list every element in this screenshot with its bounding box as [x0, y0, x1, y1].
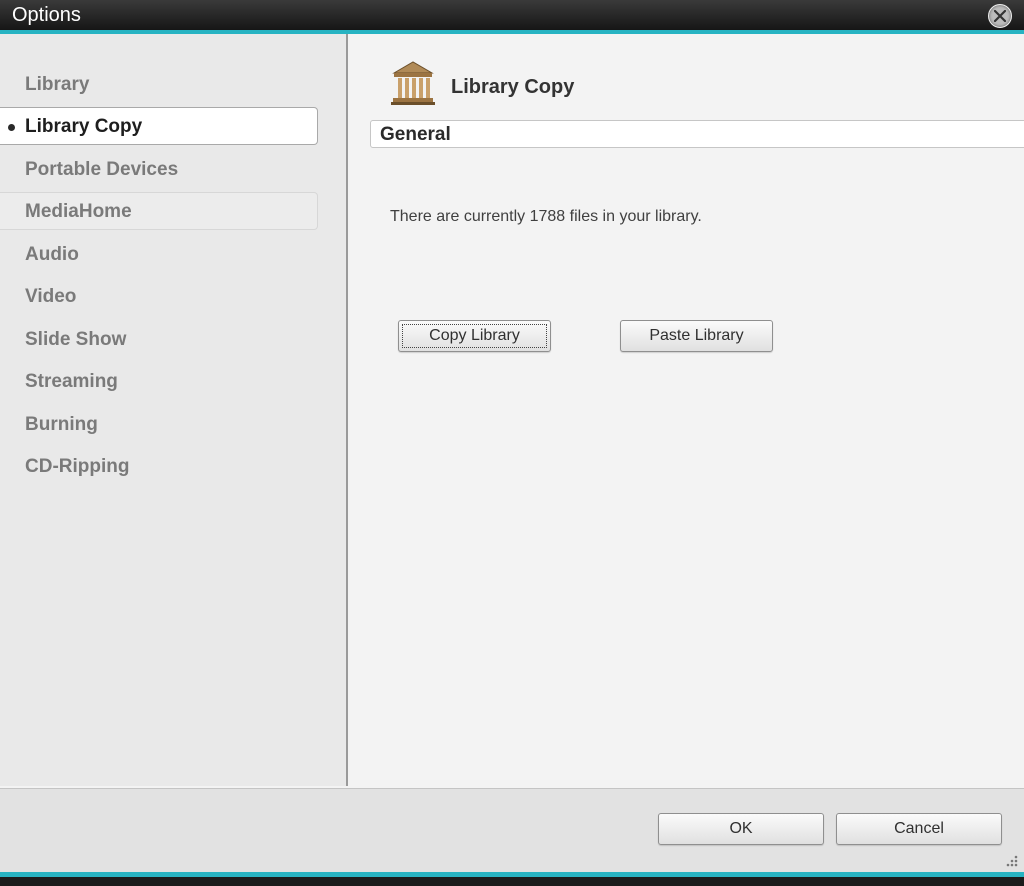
- sidebar-item-streaming[interactable]: Streaming: [0, 362, 318, 400]
- sidebar-item-label: MediaHome: [25, 201, 132, 222]
- library-building-icon: [391, 61, 435, 105]
- library-file-count-text: There are currently 1788 files in your l…: [390, 208, 702, 225]
- sidebar-item-video[interactable]: Video: [0, 277, 318, 315]
- sidebar-item-library-copy[interactable]: Library Copy: [0, 107, 318, 145]
- ok-button[interactable]: OK: [658, 813, 824, 845]
- cancel-button[interactable]: Cancel: [836, 813, 1002, 845]
- page-title: Library Copy: [451, 76, 575, 98]
- sidebar-item-library[interactable]: Library: [0, 65, 318, 103]
- sidebar-item-portable-devices[interactable]: Portable Devices: [0, 150, 318, 188]
- sidebar-item-cd-ripping[interactable]: CD-Ripping: [0, 447, 318, 485]
- sidebar-item-label: Library: [25, 74, 90, 95]
- sidebar-item-audio[interactable]: Audio: [0, 235, 318, 273]
- sidebar-item-label: Slide Show: [25, 329, 127, 350]
- sidebar: Library Library Copy Portable Devices Me…: [0, 34, 348, 786]
- dialog-footer: OK Cancel: [0, 788, 1024, 873]
- close-icon: [994, 10, 1006, 22]
- sidebar-item-slide-show[interactable]: Slide Show: [0, 320, 318, 358]
- sidebar-item-label: Burning: [25, 414, 98, 435]
- resize-grip-icon[interactable]: [1004, 853, 1018, 867]
- window-title: Options: [12, 4, 81, 26]
- sidebar-item-label: Streaming: [25, 371, 118, 392]
- sidebar-item-label: Video: [25, 286, 77, 307]
- paste-library-button[interactable]: Paste Library: [620, 320, 773, 352]
- sidebar-item-burning[interactable]: Burning: [0, 405, 318, 443]
- sidebar-item-label: Portable Devices: [25, 159, 179, 180]
- copy-library-button[interactable]: Copy Library: [398, 320, 551, 352]
- close-button[interactable]: [988, 4, 1012, 28]
- title-bar: Options: [0, 0, 1024, 30]
- options-dialog: Library Library Copy Portable Devices Me…: [0, 34, 1024, 873]
- sidebar-item-label: CD-Ripping: [25, 456, 130, 477]
- bottom-accent-line: [0, 872, 1024, 886]
- sidebar-item-label: Library Copy: [25, 116, 143, 137]
- section-header-general: General: [370, 120, 1024, 148]
- content-panel: Library Copy General There are currently…: [348, 34, 1024, 786]
- selected-bullet-icon: [8, 124, 15, 131]
- sidebar-item-label: Audio: [25, 244, 79, 265]
- sidebar-item-mediahome[interactable]: MediaHome: [0, 192, 318, 230]
